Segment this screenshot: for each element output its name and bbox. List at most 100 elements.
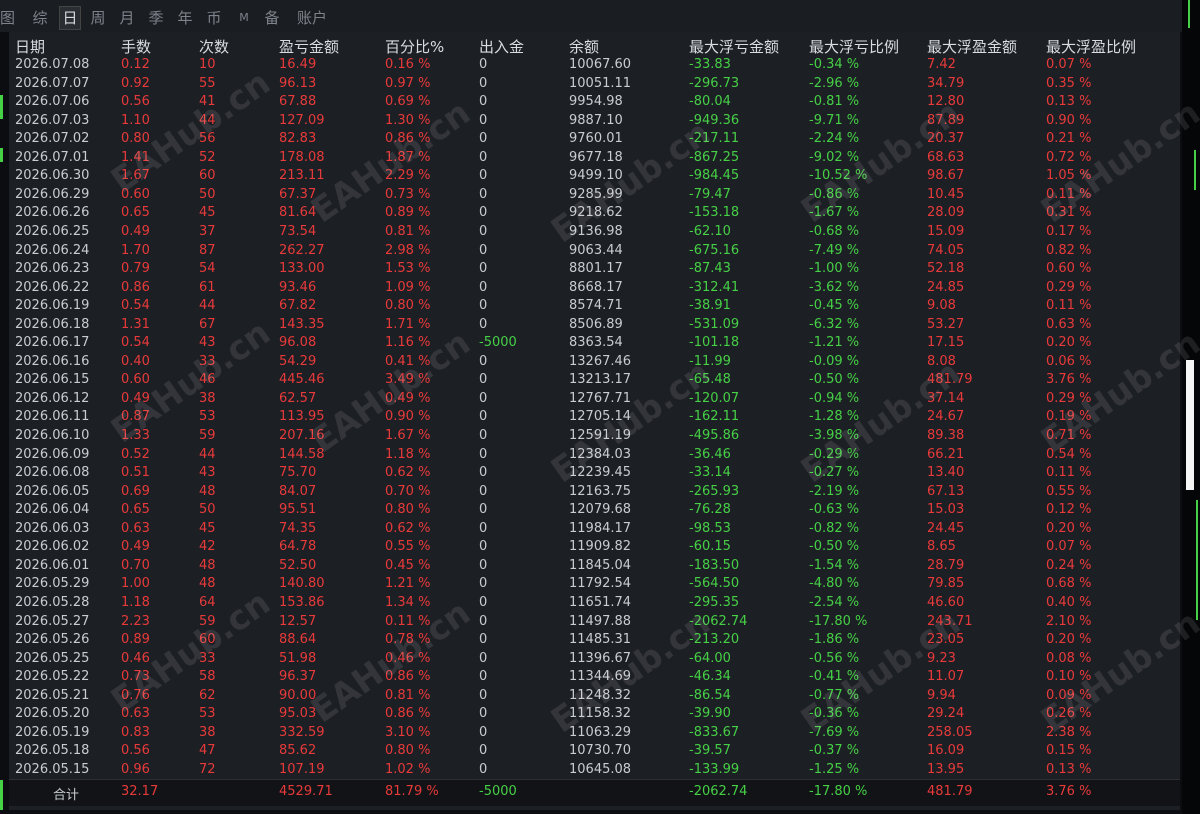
table-cell: 0 [479,131,488,147]
table-row[interactable]: 2026.05.21 0.76 62 90.00 0.81 % 0 11248.32 -86.… [9,687,1180,706]
table-cell: 1.30 % [385,112,431,128]
table-row[interactable]: 2026.06.26 0.65 45 81.64 0.89 % 0 9218.62 -153.… [9,204,1180,223]
table-cell: 52 [199,149,216,165]
table-cell: 58 [199,669,216,685]
column-header-6[interactable]: 余额 [569,36,599,57]
tab-4[interactable]: 季 [146,7,166,29]
table-row[interactable]: 2026.06.17 0.54 43 96.08 1.16 % -5000 8363.54 -… [9,334,1180,353]
table-cell: 43 [199,465,216,481]
table-cell: 0 [479,465,488,481]
table-cell: 2026.05.27 [15,613,90,629]
tab-2[interactable]: 周 [88,7,108,29]
tab-9[interactable]: 账户 [292,7,332,29]
table-row[interactable]: 2026.05.26 0.89 60 88.64 0.78 % 0 11485.31 -213… [9,631,1180,650]
table-cell: -0.37 % [809,743,860,759]
table-row[interactable]: 2026.06.09 0.52 44 144.58 1.18 % 0 12384.03 -36… [9,446,1180,465]
table-row[interactable]: 2026.05.25 0.46 33 51.98 0.46 % 0 11396.67 -64.… [9,650,1180,669]
column-header-3[interactable]: 盈亏金额 [279,36,339,57]
table-row[interactable]: 2026.06.01 0.70 48 52.50 0.45 % 0 11845.04 -183… [9,557,1180,576]
table-cell: -217.11 [689,131,740,147]
tab-5[interactable]: 年 [175,7,195,29]
table-row[interactable]: 2026.06.03 0.63 45 74.35 0.62 % 0 11984.17 -98.… [9,520,1180,539]
totals-max-float-loss: -2062.74 [689,784,748,799]
table-row[interactable]: 2026.06.15 0.60 46 445.46 3.49 % 0 13213.17 -65… [9,371,1180,390]
table-cell: 0.29 % [1046,390,1092,406]
table-row[interactable]: 2026.05.22 0.73 58 96.37 0.86 % 0 11344.69 -46.… [9,668,1180,687]
right-scroll-area[interactable] [1182,0,1200,814]
table-cell: -984.45 [689,168,740,184]
table-row[interactable]: 2026.07.08 0.12 10 16.49 0.16 % 0 10067.60 -33.… [9,56,1180,75]
table-cell: 0 [479,57,488,72]
table-row[interactable]: 2026.05.19 0.83 38 332.59 3.10 % 0 11063.29 -83… [9,724,1180,743]
table-row[interactable]: 2026.06.08 0.51 43 75.70 0.62 % 0 12239.45 -33.… [9,464,1180,483]
tab-8[interactable]: 备 [262,7,282,29]
table-cell: 1.09 % [385,279,431,295]
table-row[interactable]: 2026.07.02 0.80 56 82.83 0.86 % 0 9760.01 -217.… [9,130,1180,149]
table-row[interactable]: 2026.07.01 1.41 52 178.08 1.87 % 0 9677.18 -867… [9,149,1180,168]
column-header-5[interactable]: 出入金 [479,36,524,57]
table-row[interactable]: 2026.06.23 0.79 54 133.00 1.53 % 0 8801.17 -87.… [9,260,1180,279]
table-row[interactable]: 2026.05.27 2.23 59 12.57 0.11 % 0 11497.88 -206… [9,613,1180,632]
column-header-8[interactable]: 最大浮亏比例 [809,36,899,57]
table-row[interactable]: 2026.06.30 1.67 60 213.11 2.29 % 0 9499.10 -984… [9,167,1180,186]
table-row[interactable]: 2026.05.18 0.56 47 85.62 0.80 % 0 10730.70 -39.… [9,742,1180,761]
table-row[interactable]: 2026.06.12 0.49 38 62.57 0.49 % 0 12767.71 -120… [9,390,1180,409]
table-row[interactable]: 2026.06.18 1.31 67 143.35 1.71 % 0 8506.89 -531… [9,316,1180,335]
table-cell: 54 [199,261,216,277]
table-cell: 0.49 [121,539,150,555]
scroll-thumb[interactable] [1186,360,1194,490]
table-row[interactable]: 2026.07.06 0.56 41 67.88 0.69 % 0 9954.98 -80.0… [9,93,1180,112]
tab-6[interactable]: 币 [204,7,224,29]
column-header-7[interactable]: 最大浮亏金额 [689,36,779,57]
table-cell: 95.03 [279,706,317,722]
table-row[interactable]: 2026.06.16 0.40 33 54.29 0.41 % 0 13267.46 -11.… [9,353,1180,372]
tab-3[interactable]: 月 [117,7,137,29]
table-row[interactable]: 2026.06.22 0.86 61 93.46 1.09 % 0 8668.17 -312.… [9,279,1180,298]
table-row[interactable]: 2026.06.02 0.49 42 64.78 0.55 % 0 11909.82 -60.… [9,538,1180,557]
table-cell: 12079.68 [569,502,632,518]
table-cell: -162.11 [689,409,740,425]
column-header-10[interactable]: 最大浮盈比例 [1046,36,1136,57]
table-cell: 72 [199,761,216,777]
column-header-1[interactable]: 手数 [121,36,151,57]
table-row[interactable]: 2026.07.03 1.10 44 127.09 1.30 % 0 9887.10 -949… [9,112,1180,131]
table-row[interactable]: 2026.06.24 1.70 87 262.27 2.98 % 0 9063.44 -675… [9,242,1180,261]
tab-7[interactable]: M [234,7,254,29]
table-row[interactable]: 2026.05.29 1.00 48 140.80 1.21 % 0 11792.54 -56… [9,575,1180,594]
table-row[interactable]: 2026.06.11 0.87 53 113.95 0.90 % 0 12705.14 -16… [9,408,1180,427]
table-cell: 3.49 % [385,372,431,388]
table-row[interactable]: 2026.06.29 0.60 50 67.37 0.73 % 0 9285.99 -79.4… [9,186,1180,205]
table-cell: 0.92 [121,75,150,91]
table-cell: -120.07 [689,390,740,406]
table-row[interactable]: 2026.07.07 0.92 55 96.13 0.97 % 0 10051.11 -296… [9,75,1180,94]
table-cell: 0.24 % [1046,557,1092,573]
table-cell: 24.45 [927,520,965,536]
table-row[interactable]: 2026.06.05 0.69 48 84.07 0.70 % 0 12163.75 -265… [9,483,1180,502]
table-cell: 2026.07.08 [15,57,90,72]
column-header-0[interactable]: 日期 [15,36,45,57]
table-row[interactable]: 2026.05.20 0.63 53 95.03 0.86 % 0 11158.32 -39.… [9,705,1180,724]
column-header-2[interactable]: 次数 [199,36,229,57]
table-row[interactable]: 2026.06.19 0.54 44 67.82 0.80 % 0 8574.71 -38.9… [9,297,1180,316]
table-cell: 37.14 [927,390,965,406]
table-cell: 1.16 % [385,335,431,351]
table-cell: 0 [479,520,488,536]
table-row[interactable]: 2026.05.15 0.96 72 107.19 1.02 % 0 10645.08 -13… [9,761,1180,780]
table-cell: -295.35 [689,594,740,610]
table-cell: -65.48 [689,372,731,388]
table-row[interactable]: 2026.06.25 0.49 37 73.54 0.81 % 0 9136.98 -62.1… [9,223,1180,242]
tab-1[interactable]: 日 [59,6,81,30]
table-row[interactable]: 2026.05.28 1.18 64 153.86 1.34 % 0 11651.74 -29… [9,594,1180,613]
table-row[interactable]: 2026.06.10 1.33 59 207.16 1.67 % 0 12591.19 -49… [9,427,1180,446]
table-cell: 16.49 [279,57,317,72]
table-cell: 11248.32 [569,687,632,703]
table-cell: 28.09 [927,205,965,221]
column-header-9[interactable]: 最大浮盈金额 [927,36,1017,57]
tab-0[interactable]: 综 [30,7,50,29]
table-cell: 11792.54 [569,576,632,592]
table-cell: 85.62 [279,743,317,759]
table-cell: -0.77 % [809,687,860,703]
table-row[interactable]: 2026.06.04 0.65 50 95.51 0.80 % 0 12079.68 -76.… [9,501,1180,520]
column-header-4[interactable]: 百分比% [385,36,444,57]
table-cell: 133.00 [279,261,325,277]
